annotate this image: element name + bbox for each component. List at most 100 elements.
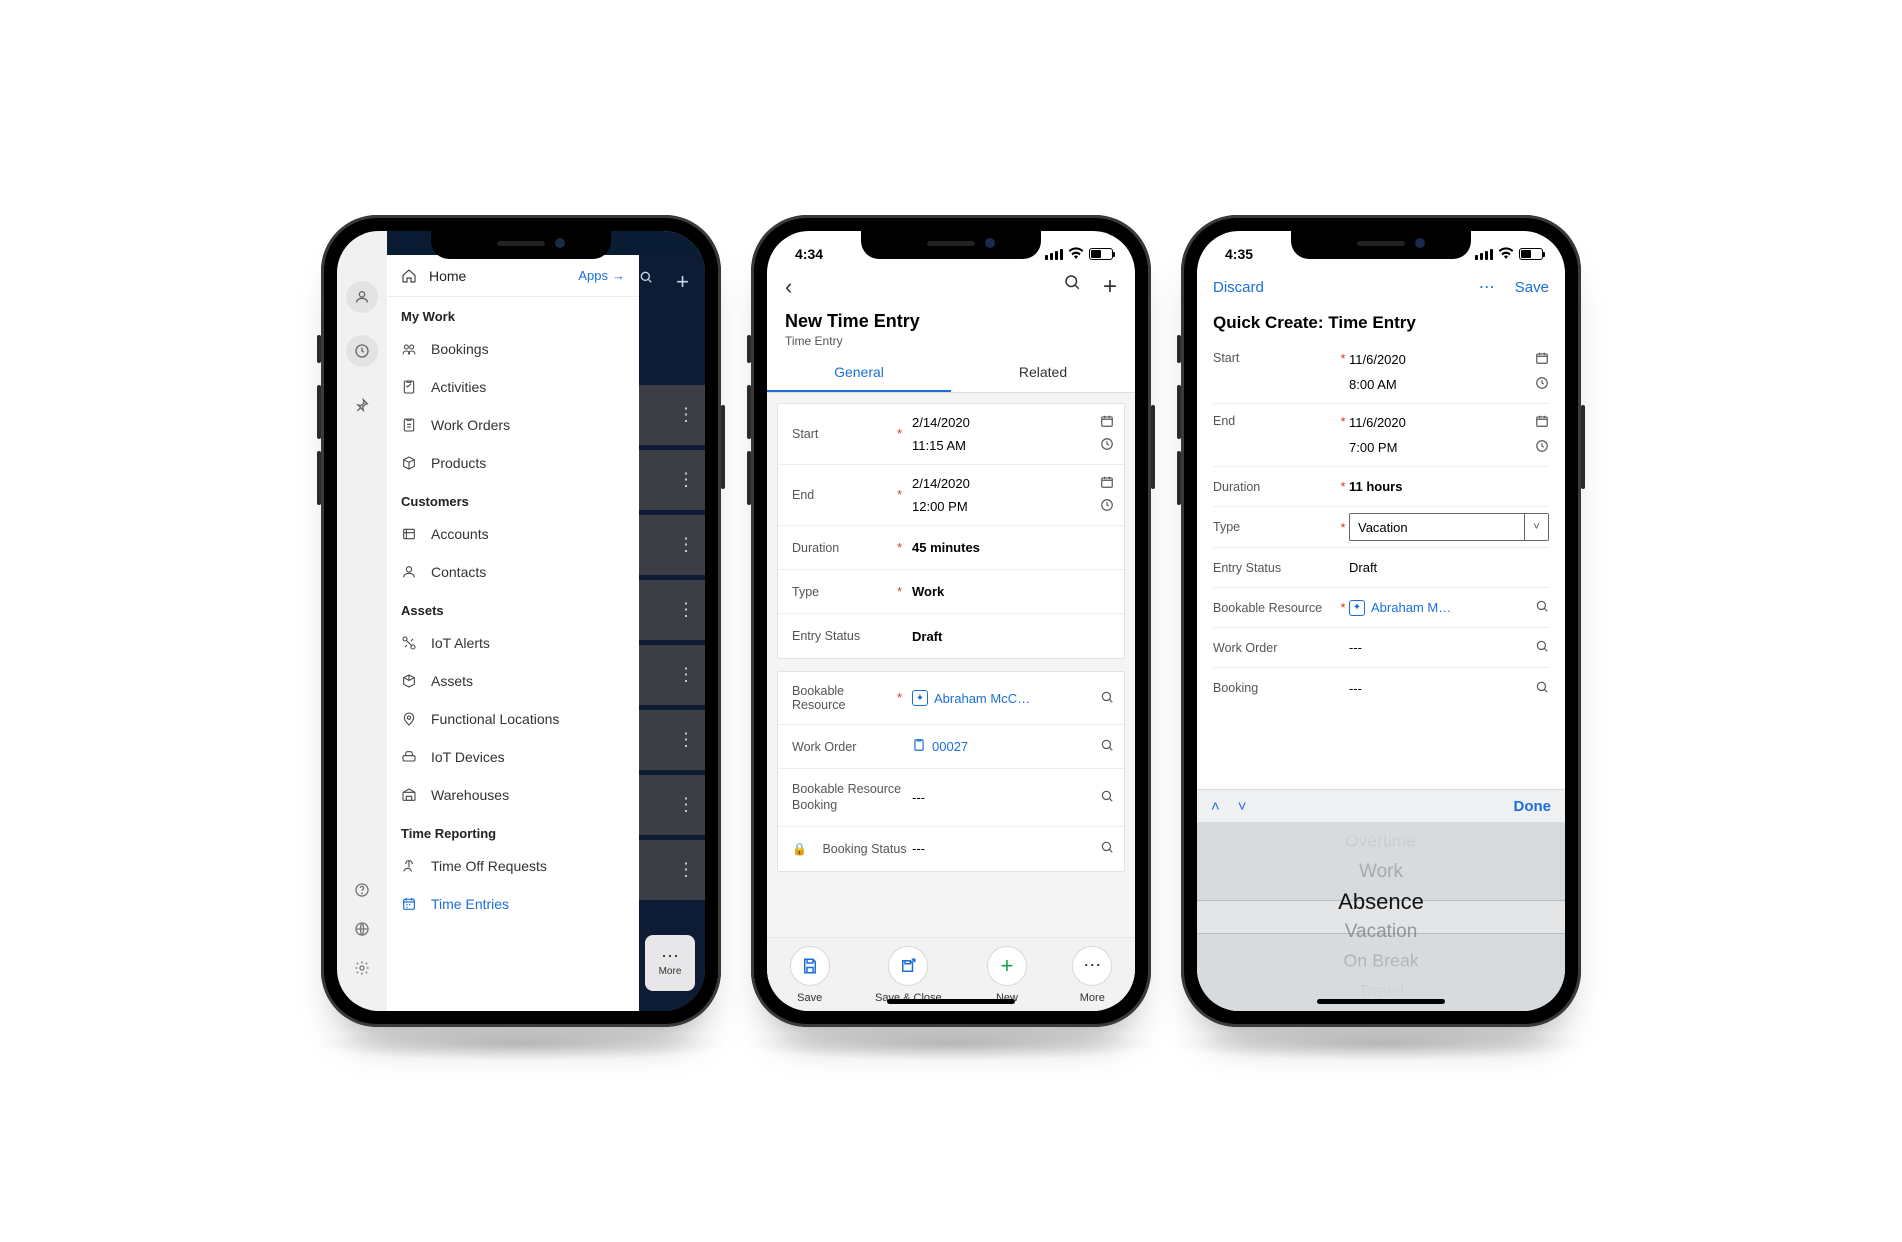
type-select[interactable]: Vacation ˅ [1349,513,1549,541]
more-button[interactable]: ⋯More [645,935,695,991]
phone-2-frame: 4:34 ‹ + New Time Entry Time Entry Gener… [751,215,1151,1027]
apps-link[interactable]: Apps → [578,268,625,283]
field-start[interactable]: Start* 2/14/2020 11:15 AM [778,404,1124,465]
assets-icon [401,673,417,689]
picker-option[interactable]: Vacation [1345,917,1418,947]
lookup-icon[interactable] [1535,599,1549,616]
back-button[interactable]: ‹ [785,274,792,300]
picker-wheel[interactable]: Overtime Work Absence Vacation On Break … [1197,823,1565,1011]
field-duration[interactable]: Duration * 11 hours [1213,467,1549,507]
calendar-icon[interactable] [1100,475,1114,492]
field-workorder[interactable]: Work Order --- [1213,628,1549,668]
row-menu-icon[interactable]: ⋮ [677,470,695,491]
lookup-icon[interactable] [1100,789,1114,806]
row-menu-icon[interactable]: ⋮ [677,600,695,621]
saveclose-button[interactable]: Save & Close [875,946,942,1004]
nav-assets[interactable]: Assets [387,662,639,700]
save-button[interactable]: Save [790,946,830,1004]
new-button[interactable]: +New [987,946,1027,1004]
more-button[interactable]: ⋯More [1072,946,1112,1004]
calendar-icon[interactable] [1100,414,1114,431]
calendar-icon[interactable] [1535,414,1549,431]
field-booking[interactable]: Booking --- [1213,668,1549,708]
row-menu-icon[interactable]: ⋮ [677,405,695,426]
nav-timeentries[interactable]: Time Entries [387,885,639,923]
add-icon[interactable]: + [676,269,689,295]
end-date: 2/14/2020 [912,476,970,491]
clock-icon[interactable] [1100,498,1114,515]
lookup-icon[interactable] [1535,680,1549,697]
picker-option-selected[interactable]: Absence [1338,887,1424,917]
lookup-icon[interactable] [1100,738,1114,755]
next-field-icon[interactable]: ˅ [1238,798,1247,815]
gear-icon[interactable] [354,960,370,981]
help-icon[interactable] [354,882,370,903]
prev-field-icon[interactable]: ˄ [1211,798,1220,815]
picker-option[interactable]: On Break [1343,948,1418,976]
save-button[interactable]: Save [1515,279,1549,296]
profile-icon[interactable] [346,281,378,313]
nav-warehouses[interactable]: Warehouses [387,776,639,814]
lookup-icon[interactable] [1535,639,1549,656]
nav-contacts[interactable]: Contacts [387,553,639,591]
row-menu-icon[interactable]: ⋮ [677,795,695,816]
workorder-link[interactable]: 00027 [912,738,968,755]
resource-link[interactable]: ✦Abraham McC… [912,690,1030,706]
globe-icon[interactable] [354,921,370,942]
recent-icon[interactable] [346,335,378,367]
field-status[interactable]: Entry Status Draft [1213,548,1549,588]
field-start[interactable]: Start * 11/6/2020 8:00 AM [1213,341,1549,404]
lookup-icon[interactable] [1100,840,1114,857]
field-resource[interactable]: Bookable Resource * ✦Abraham M… [1213,588,1549,628]
field-workorder[interactable]: Work Order 00027 [778,725,1124,769]
signal-icon [1045,249,1063,260]
form-body[interactable]: Start* 2/14/2020 11:15 AM End* 2/14/2020… [767,393,1135,937]
home-indicator[interactable] [1317,999,1445,1004]
field-resource[interactable]: Bookable Resource* ✦Abraham McC… [778,672,1124,725]
field-type[interactable]: Type * Vacation ˅ [1213,507,1549,548]
nav-iotalerts[interactable]: IoT Alerts [387,624,639,662]
row-menu-icon[interactable]: ⋮ [677,860,695,881]
field-duration[interactable]: Duration* 45 minutes [778,526,1124,570]
dimmed-content[interactable]: + ⋮ ⋮ ⋮ ⋮ ⋮ ⋮ ⋮ ⋮ ⋯More [639,255,705,1011]
field-end[interactable]: End* 2/14/2020 12:00 PM [778,465,1124,526]
lookup-icon[interactable] [1100,690,1114,707]
field-bookingstatus[interactable]: 🔒 Booking Status --- [778,827,1124,871]
search-icon[interactable] [638,269,654,295]
row-menu-icon[interactable]: ⋮ [677,665,695,686]
row-menu-icon[interactable]: ⋮ [677,535,695,556]
tab-general[interactable]: General [767,354,951,392]
clock-icon[interactable] [1100,437,1114,454]
clock-icon[interactable] [1535,439,1549,456]
nav-activities[interactable]: Activities [387,368,639,406]
row-menu-icon[interactable]: ⋮ [677,730,695,751]
field-booking[interactable]: Bookable Resource Booking --- [778,769,1124,827]
add-icon[interactable]: + [1103,273,1117,301]
resource-link[interactable]: ✦Abraham M… [1349,600,1451,616]
nav-iotdevices[interactable]: IoT Devices [387,738,639,776]
more-icon[interactable]: ⋯ [1479,277,1497,297]
more-icon: ⋯ [1072,946,1112,986]
nav-workorders[interactable]: Work Orders [387,406,639,444]
field-status[interactable]: Entry Status Draft [778,614,1124,658]
nav-accounts[interactable]: Accounts [387,515,639,553]
workorders-icon [401,417,417,433]
nav-products[interactable]: Products [387,444,639,482]
picker-option[interactable]: Work [1359,857,1403,887]
drawer-home-row[interactable]: Home Apps → [387,255,639,297]
field-end[interactable]: End * 11/6/2020 7:00 PM [1213,404,1549,467]
discard-button[interactable]: Discard [1213,279,1264,296]
nav-locations[interactable]: Functional Locations [387,700,639,738]
tab-related[interactable]: Related [951,354,1135,392]
nav-bookings[interactable]: Bookings [387,330,639,368]
picker-option[interactable]: Overtime [1346,828,1417,856]
calendar-icon[interactable] [1535,351,1549,368]
arrow-right-icon: → [612,268,625,283]
search-icon[interactable] [1063,273,1081,301]
field-type[interactable]: Type* Work [778,570,1124,614]
home-indicator[interactable] [887,999,1015,1004]
clock-icon[interactable] [1535,376,1549,393]
nav-timeoff[interactable]: Time Off Requests [387,847,639,885]
pin-icon[interactable] [346,389,378,421]
done-button[interactable]: Done [1514,798,1552,815]
